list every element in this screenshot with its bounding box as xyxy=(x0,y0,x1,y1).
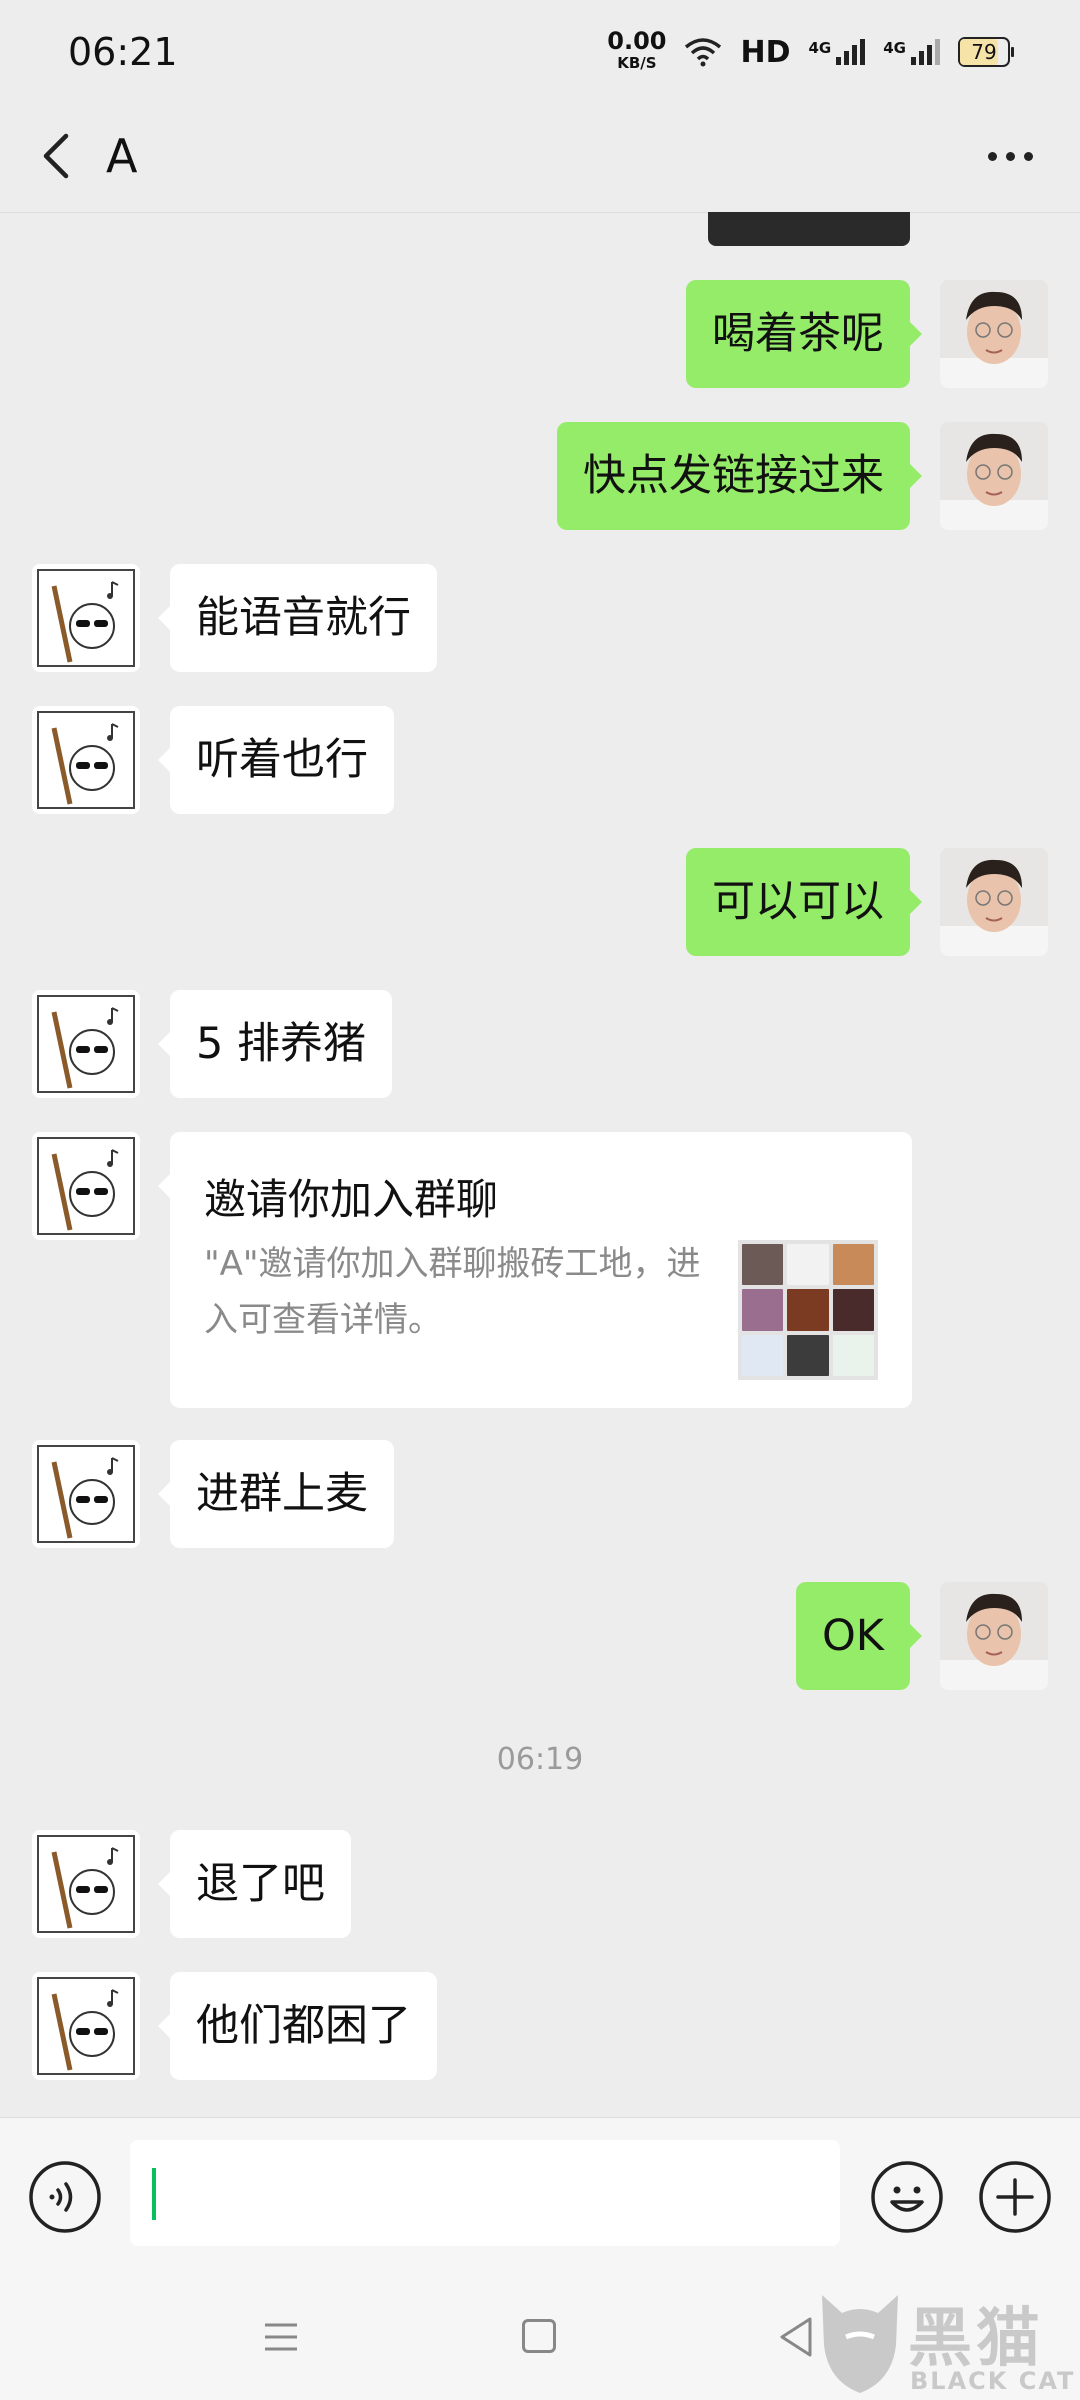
group-invite-card[interactable]: 邀请你加入群聊 "A"邀请你加入群聊搬砖工地，进入可查看详情。 xyxy=(158,1132,912,1408)
message-row: 他们都困了 xyxy=(0,1972,1080,2080)
invite-card-title: 邀请你加入群聊 xyxy=(204,1175,499,1224)
avatar-contact[interactable] xyxy=(32,706,140,814)
message-bubble-incoming[interactable]: 能语音就行 xyxy=(158,564,437,672)
emoji-icon xyxy=(871,2161,943,2233)
signal-sim2-icon: 4G xyxy=(883,39,940,65)
group-avatar-thumbnail xyxy=(738,1240,878,1380)
message-bubble-incoming[interactable]: 听着也行 xyxy=(158,706,394,814)
black-cat-watermark: 黑猫 BLACK CAT xyxy=(812,2285,1080,2400)
watermark-text: 黑猫 xyxy=(908,2302,1044,2376)
emoji-button[interactable] xyxy=(870,2160,944,2234)
message-list[interactable]: 喝着茶呢 快点发链接过来 能语音就行 听着也行 可以可以 5 排养猪 邀请你加入… xyxy=(0,212,1080,2117)
recent-apps-button[interactable] xyxy=(262,2317,300,2357)
signal-sim1-icon: 4G xyxy=(809,39,866,65)
avatar-contact[interactable] xyxy=(32,990,140,1098)
voice-icon xyxy=(29,2161,101,2233)
chat-title: A xyxy=(106,129,138,183)
status-icons: 0.00 KB/S HD 4G 4G 79 xyxy=(607,27,1014,74)
message-row: 退了吧 xyxy=(0,1830,1080,1938)
message-row: 喝着茶呢 xyxy=(0,280,1080,388)
back-button[interactable] xyxy=(30,122,90,190)
text-cursor xyxy=(152,2168,156,2220)
message-bubble-outgoing[interactable]: 喝着茶呢 xyxy=(686,280,922,388)
avatar-self[interactable] xyxy=(940,1582,1048,1690)
voice-button[interactable] xyxy=(28,2160,102,2234)
avatar-contact[interactable] xyxy=(32,1132,140,1240)
more-options-button[interactable] xyxy=(970,122,1050,190)
message-timestamp: 06:19 xyxy=(496,1742,584,1777)
message-row: 能语音就行 xyxy=(0,564,1080,672)
avatar-self[interactable] xyxy=(940,280,1048,388)
chat-header: A xyxy=(0,100,1080,213)
chevron-left-icon xyxy=(43,133,69,179)
message-bubble-incoming[interactable]: 他们都困了 xyxy=(158,1972,437,2080)
input-bar xyxy=(0,2117,1080,2276)
message-bubble-outgoing[interactable]: OK xyxy=(795,1582,923,1690)
avatar-contact[interactable] xyxy=(32,1830,140,1938)
message-row: 快点发链接过来 xyxy=(0,422,1080,530)
message-input[interactable] xyxy=(130,2140,840,2246)
wifi-icon xyxy=(685,38,722,67)
more-functions-button[interactable] xyxy=(978,2160,1052,2234)
battery-icon: 79 xyxy=(958,37,1014,67)
system-back-button[interactable] xyxy=(776,2315,816,2359)
sim1-label: 4G xyxy=(808,39,832,57)
avatar-contact[interactable] xyxy=(32,1440,140,1548)
avatar-contact[interactable] xyxy=(32,564,140,672)
net-speed-unit: KB/S xyxy=(617,54,657,72)
net-speed-value: 0.00 xyxy=(607,27,667,55)
invite-card-description: "A"邀请你加入群聊搬砖工地，进入可查看详情。 xyxy=(204,1244,701,1340)
status-bar: 06:21 0.00 KB/S HD 4G 4G 79 xyxy=(0,0,1080,100)
watermark-subtext: BLACK CAT xyxy=(910,2367,1076,2395)
message-row: 进群上麦 xyxy=(0,1440,1080,1548)
message-row: 5 排养猪 xyxy=(0,990,1080,1098)
home-button[interactable] xyxy=(522,2319,556,2353)
avatar-self[interactable] xyxy=(940,848,1048,956)
menu-icon xyxy=(265,2323,297,2351)
net-speed: 0.00 KB/S xyxy=(607,27,667,74)
more-horizontal-icon xyxy=(987,151,997,161)
message-bubble-outgoing[interactable]: 快点发链接过来 xyxy=(557,422,922,530)
message-bubble-outgoing[interactable]: 可以可以 xyxy=(686,848,922,956)
image-message[interactable] xyxy=(708,212,910,246)
battery-level: 79 xyxy=(971,40,997,64)
message-bubble-incoming[interactable]: 5 排养猪 xyxy=(157,990,393,1098)
plus-icon xyxy=(979,2161,1051,2233)
message-row: OK xyxy=(0,1582,1080,1690)
back-triangle-icon xyxy=(780,2317,812,2357)
status-time: 06:21 xyxy=(68,30,178,74)
avatar-contact[interactable] xyxy=(32,1972,140,2080)
avatar-self[interactable] xyxy=(940,422,1048,530)
message-row: 邀请你加入群聊 "A"邀请你加入群聊搬砖工地，进入可查看详情。 xyxy=(0,1132,1080,1408)
message-row: 可以可以 xyxy=(0,848,1080,956)
hd-label: HD xyxy=(740,34,791,70)
message-bubble-incoming[interactable]: 进群上麦 xyxy=(158,1440,394,1548)
sim2-label: 4G xyxy=(883,39,906,57)
message-row: 听着也行 xyxy=(0,706,1080,814)
message-bubble-incoming[interactable]: 退了吧 xyxy=(158,1830,351,1938)
cat-logo-icon xyxy=(822,2295,898,2393)
